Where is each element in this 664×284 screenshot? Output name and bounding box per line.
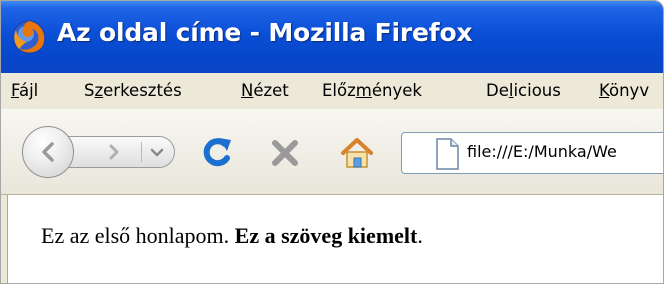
page-icon	[436, 138, 459, 170]
menu-label-accel: N	[241, 81, 254, 100]
window-title: Az oldal címe - Mozilla Firefox	[57, 18, 473, 47]
menu-label-accel: z	[94, 81, 104, 100]
back-arrow-icon	[42, 142, 54, 162]
menu-item-edit[interactable]: Szerkesztés	[84, 81, 182, 100]
menu-label-accel: K	[599, 81, 609, 100]
sidebar-edge	[1, 195, 8, 283]
menu-label-post: önyv	[609, 81, 650, 100]
title-bar[interactable]: Az oldal címe - Mozilla Firefox	[1, 1, 663, 73]
menu-item-history[interactable]: Előzmények	[322, 81, 422, 100]
home-icon[interactable]	[337, 133, 377, 173]
stop-icon[interactable]	[269, 138, 301, 168]
forward-arrow-icon	[109, 144, 119, 160]
menu-bar: Fájl Szerkesztés Nézet Előzmények Delici…	[1, 73, 663, 110]
menu-item-file[interactable]: Fájl	[11, 81, 38, 100]
end-punctuation: .	[417, 223, 423, 248]
menu-label-accel: m	[355, 81, 372, 100]
bold-text: Ez a szöveg kiemelt	[234, 223, 418, 248]
url-input[interactable]: file:///E:/Munka/We	[467, 142, 617, 161]
menu-item-delicious[interactable]: Delicious	[486, 81, 561, 100]
firefox-logo-icon	[12, 20, 46, 54]
reload-icon[interactable]	[197, 134, 237, 172]
page-paragraph: Ez az első honlapom. Ez a szöveg kiemelt…	[41, 223, 423, 249]
menu-item-view[interactable]: Nézet	[241, 81, 289, 100]
menu-label-post: ájl	[18, 81, 39, 100]
menu-label-pre: Előz	[322, 81, 356, 100]
forward-history-separator	[141, 142, 142, 162]
menu-label-pre: S	[84, 81, 95, 100]
menu-label-post: ézet	[253, 81, 289, 100]
menu-label-accel: F	[11, 81, 19, 100]
menu-item-bookmarks[interactable]: Könyv	[599, 81, 649, 100]
menu-label-post: icious	[513, 81, 561, 100]
normal-text: Ez az első honlapom.	[41, 223, 235, 248]
menu-label-post: ények	[371, 81, 422, 100]
dropdown-arrow-icon[interactable]	[150, 148, 164, 158]
menu-label-pre: De	[486, 81, 509, 100]
menu-label-post: erkesztés	[103, 81, 182, 100]
browser-window: Az oldal címe - Mozilla Firefox Fájl Sze…	[0, 0, 664, 284]
